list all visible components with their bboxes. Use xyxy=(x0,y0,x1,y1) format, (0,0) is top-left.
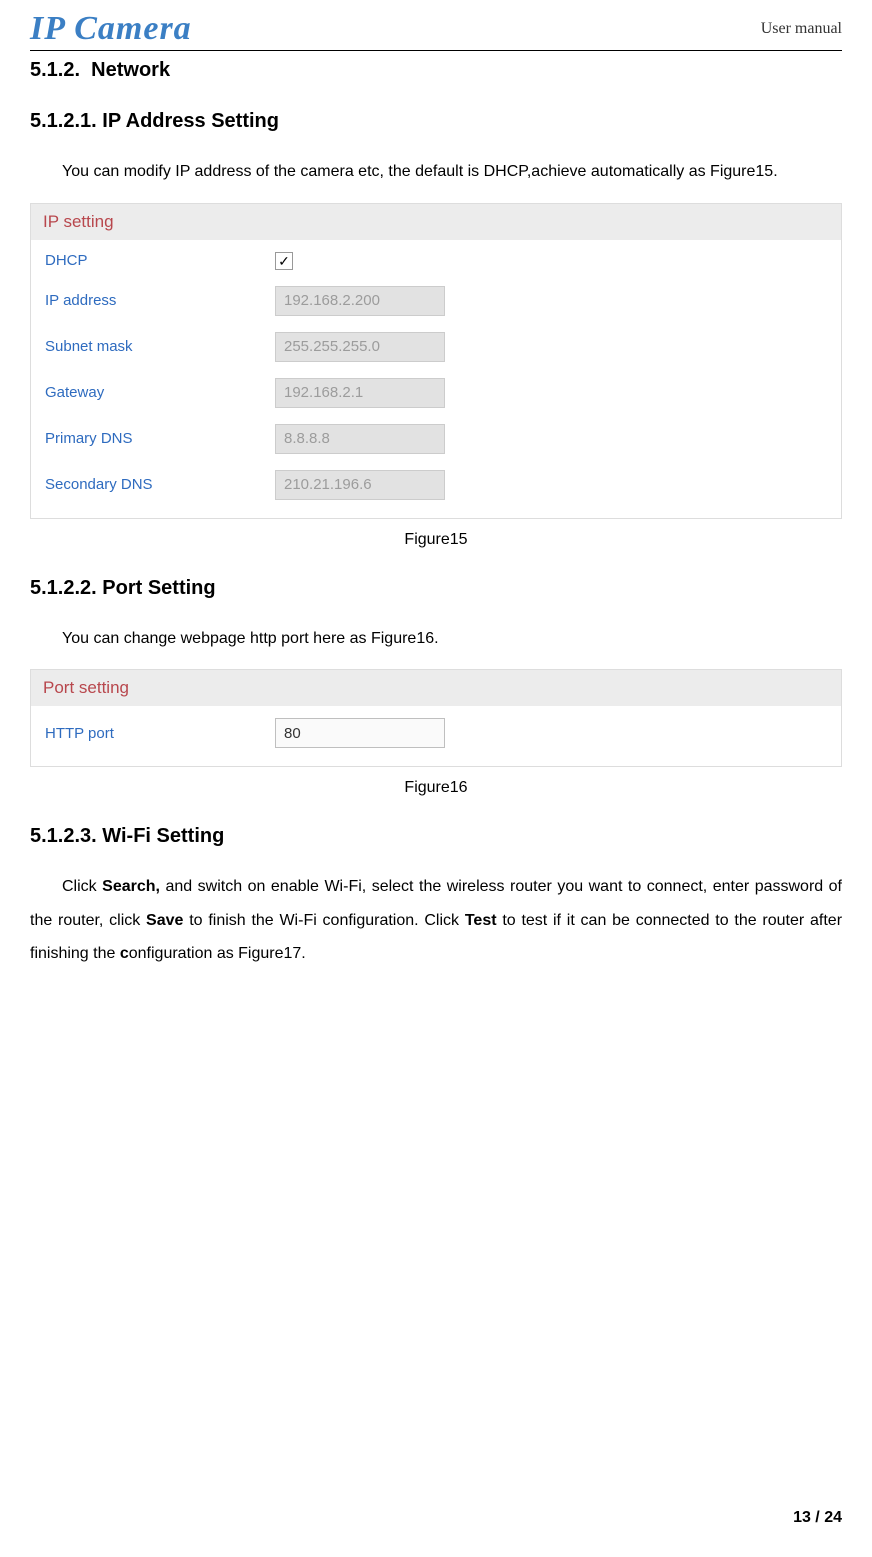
port-setting-panel-title: Port setting xyxy=(31,670,841,706)
section-number: 5.1.2.3. xyxy=(30,825,97,847)
text: Click xyxy=(62,878,102,895)
save-bold: Save xyxy=(146,912,183,929)
ip-address-field xyxy=(275,286,445,316)
gateway-row: Gateway xyxy=(37,370,835,416)
ip-setting-panel-title: IP setting xyxy=(31,204,841,240)
search-bold: Search, xyxy=(102,878,160,895)
page-header: IP Camera User manual xyxy=(30,10,842,51)
doc-title: User manual xyxy=(761,20,842,38)
port-setting-paragraph: You can change webpage http port here as… xyxy=(30,622,842,656)
gateway-label: Gateway xyxy=(45,384,275,401)
port-setting-panel: Port setting HTTP port xyxy=(30,669,842,767)
port-setting-panel-body: HTTP port xyxy=(31,706,841,766)
ip-setting-paragraph: You can modify IP address of the camera … xyxy=(30,155,842,189)
subnet-field xyxy=(275,332,445,362)
subnet-row: Subnet mask xyxy=(37,324,835,370)
text: onfiguration as Figure17. xyxy=(129,945,306,962)
section-title: Port Setting xyxy=(102,577,215,599)
page-number: 13 / 24 xyxy=(793,1509,842,1527)
section-5-1-2-3-heading: 5.1.2.3. Wi-Fi Setting xyxy=(30,825,842,848)
secondary-dns-label: Secondary DNS xyxy=(45,476,275,493)
secondary-dns-row: Secondary DNS xyxy=(37,462,835,508)
wifi-setting-paragraph: Click Search, and switch on enable Wi-Fi… xyxy=(30,870,842,971)
subnet-label: Subnet mask xyxy=(45,338,275,355)
test-bold: Test xyxy=(465,912,497,929)
dhcp-checkbox[interactable]: ✓ xyxy=(275,252,293,270)
primary-dns-label: Primary DNS xyxy=(45,430,275,447)
http-port-label: HTTP port xyxy=(45,725,275,742)
logo: IP Camera xyxy=(30,10,192,48)
dhcp-label: DHCP xyxy=(45,252,275,269)
primary-dns-field xyxy=(275,424,445,454)
section-number: 5.1.2. xyxy=(30,59,80,81)
section-number: 5.1.2.2. xyxy=(30,577,97,599)
section-title: IP Address Setting xyxy=(102,110,279,132)
figure15-caption: Figure15 xyxy=(30,531,842,549)
ip-setting-panel-body: DHCP ✓ IP address Subnet mask Gateway Pr… xyxy=(31,240,841,518)
http-port-field[interactable] xyxy=(275,718,445,748)
ip-address-row: IP address xyxy=(37,278,835,324)
dhcp-row: DHCP ✓ xyxy=(37,244,835,278)
ip-setting-panel: IP setting DHCP ✓ IP address Subnet mask… xyxy=(30,203,842,519)
c-bold: c xyxy=(120,945,129,962)
section-5-1-2-2-heading: 5.1.2.2. Port Setting xyxy=(30,577,842,600)
section-number: 5.1.2.1. xyxy=(30,110,97,132)
section-title: Network xyxy=(91,59,170,81)
section-title: Wi-Fi Setting xyxy=(102,825,224,847)
http-port-row: HTTP port xyxy=(37,710,835,756)
figure16-caption: Figure16 xyxy=(30,779,842,797)
primary-dns-row: Primary DNS xyxy=(37,416,835,462)
text: to finish the Wi-Fi configuration. Click xyxy=(183,912,464,929)
ip-address-label: IP address xyxy=(45,292,275,309)
section-5-1-2-heading: 5.1.2. Network xyxy=(30,59,842,82)
gateway-field xyxy=(275,378,445,408)
secondary-dns-field xyxy=(275,470,445,500)
section-5-1-2-1-heading: 5.1.2.1. IP Address Setting xyxy=(30,110,842,133)
